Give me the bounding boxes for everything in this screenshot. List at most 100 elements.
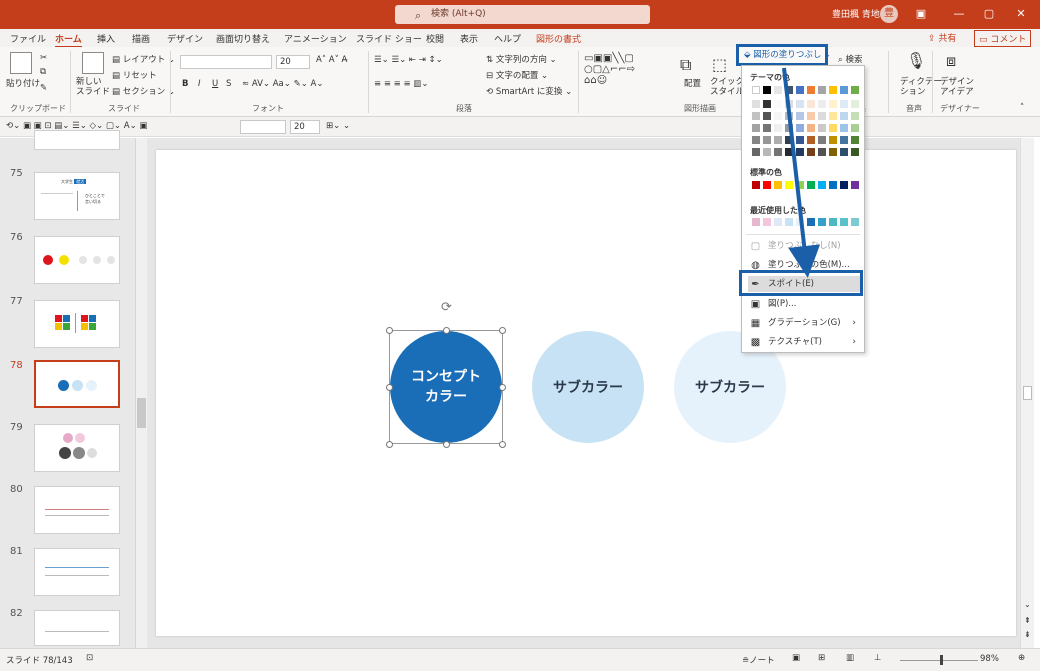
qat-more-icon[interactable]: ⊞⌄ ⌄ bbox=[326, 121, 350, 131]
color-swatch[interactable] bbox=[851, 136, 859, 144]
color-swatch[interactable] bbox=[752, 112, 760, 120]
no-fill-item[interactable]: ▢ 塗りつぶしなし(N) bbox=[748, 238, 860, 254]
color-swatch[interactable] bbox=[818, 86, 826, 94]
tab-review[interactable]: 校閲 bbox=[426, 32, 444, 45]
color-swatch[interactable] bbox=[829, 86, 837, 94]
color-swatch[interactable] bbox=[796, 136, 804, 144]
new-slide-button[interactable]: 新しい スライド bbox=[76, 77, 110, 97]
color-swatch[interactable] bbox=[829, 100, 837, 108]
slide-thumbnail[interactable] bbox=[34, 548, 120, 596]
color-swatch[interactable] bbox=[851, 148, 859, 156]
quick-style-button[interactable]: クイック スタイル bbox=[710, 77, 744, 97]
color-swatch[interactable] bbox=[763, 218, 771, 226]
italic-button[interactable]: I bbox=[198, 79, 201, 89]
resize-handle[interactable] bbox=[386, 384, 393, 391]
sorter-view-icon[interactable]: ⊞ bbox=[818, 653, 825, 663]
search-box[interactable]: ⌕ 検索 (Alt+Q) bbox=[395, 5, 650, 24]
share-button[interactable]: ⇪ 共有 bbox=[928, 31, 956, 44]
sub-color-circle-1[interactable]: サブカラー bbox=[532, 331, 644, 443]
color-swatch[interactable] bbox=[851, 124, 859, 132]
color-swatch[interactable] bbox=[774, 181, 782, 189]
color-swatch[interactable] bbox=[851, 100, 859, 108]
color-swatch[interactable] bbox=[840, 136, 848, 144]
slide-thumbnail[interactable] bbox=[34, 424, 120, 472]
reset-button[interactable]: ▤ リセット bbox=[112, 69, 157, 81]
color-swatch[interactable] bbox=[763, 112, 771, 120]
user-name[interactable]: 豊田楓 青地 bbox=[832, 7, 880, 20]
dictate-button[interactable]: ディクテー ション bbox=[900, 77, 942, 97]
ribbon-display-icon[interactable]: ▣ bbox=[912, 6, 930, 22]
cut-icon[interactable]: ✂ bbox=[40, 53, 47, 63]
color-swatch[interactable] bbox=[818, 181, 826, 189]
resize-handle[interactable] bbox=[499, 384, 506, 391]
color-swatch[interactable] bbox=[763, 100, 771, 108]
shapes-gallery[interactable]: ▭▣▣╲╲▢ ○▢△⌐⌐⇨ ⌂⌂☺ bbox=[584, 53, 635, 86]
picture-fill-item[interactable]: ▣ 図(P)... bbox=[748, 296, 860, 312]
qat-font-name[interactable] bbox=[240, 120, 286, 134]
color-swatch[interactable] bbox=[763, 181, 771, 189]
color-swatch[interactable] bbox=[774, 218, 782, 226]
restore-button[interactable]: ▢ bbox=[980, 6, 998, 22]
color-swatch[interactable] bbox=[752, 100, 760, 108]
color-swatch[interactable] bbox=[774, 148, 782, 156]
thumbnail-scrollbar[interactable] bbox=[135, 138, 147, 648]
designer-icon[interactable]: ⧈ bbox=[946, 51, 956, 71]
canvas-scrollbar[interactable]: ⌄ ⇞ ⇟ bbox=[1020, 138, 1034, 648]
accessibility-icon[interactable]: ⊡ bbox=[86, 653, 93, 663]
color-swatch[interactable] bbox=[829, 218, 837, 226]
color-swatch[interactable] bbox=[840, 218, 848, 226]
color-swatch[interactable] bbox=[785, 218, 793, 226]
color-swatch[interactable] bbox=[796, 112, 804, 120]
resize-handle[interactable] bbox=[443, 327, 450, 334]
color-swatch[interactable] bbox=[763, 86, 771, 94]
color-swatch[interactable] bbox=[818, 136, 826, 144]
new-slide-icon[interactable] bbox=[82, 52, 104, 74]
color-swatch[interactable] bbox=[796, 181, 804, 189]
color-swatch[interactable] bbox=[818, 218, 826, 226]
color-swatch[interactable] bbox=[840, 86, 848, 94]
color-swatch[interactable] bbox=[818, 148, 826, 156]
normal-view-icon[interactable]: ▣ bbox=[792, 653, 800, 663]
color-swatch[interactable] bbox=[796, 124, 804, 132]
color-swatch[interactable] bbox=[785, 124, 793, 132]
paste-icon[interactable] bbox=[10, 52, 32, 74]
color-swatch[interactable] bbox=[752, 124, 760, 132]
tab-view[interactable]: 表示 bbox=[460, 32, 478, 45]
color-swatch[interactable] bbox=[818, 100, 826, 108]
font-name-select[interactable] bbox=[180, 55, 272, 69]
color-swatch[interactable] bbox=[829, 124, 837, 132]
color-swatch[interactable] bbox=[851, 86, 859, 94]
color-swatch[interactable] bbox=[785, 86, 793, 94]
resize-handle[interactable] bbox=[499, 441, 506, 448]
color-swatch[interactable] bbox=[807, 124, 815, 132]
smartart-button[interactable]: ⟲ SmartArt に変換 ⌄ bbox=[486, 85, 572, 97]
color-swatch[interactable] bbox=[851, 218, 859, 226]
designer-button[interactable]: デザイン アイデア bbox=[940, 77, 974, 97]
color-swatch[interactable] bbox=[840, 100, 848, 108]
paste-button[interactable]: 貼り付け bbox=[6, 77, 40, 89]
color-swatch[interactable] bbox=[785, 181, 793, 189]
zoom-level[interactable]: 98% bbox=[980, 654, 999, 664]
zoom-slider-thumb[interactable] bbox=[940, 655, 943, 665]
font-misc-icons[interactable]: ≈ AV⌄ Aa⌄ ✎⌄ A⌄ bbox=[242, 79, 323, 89]
color-swatch[interactable] bbox=[807, 86, 815, 94]
arrange-icon[interactable]: ⧉ bbox=[680, 55, 691, 75]
color-swatch[interactable] bbox=[807, 100, 815, 108]
arrange-button[interactable]: 配置 bbox=[684, 77, 701, 89]
color-swatch[interactable] bbox=[840, 148, 848, 156]
color-swatch[interactable] bbox=[807, 136, 815, 144]
color-swatch[interactable] bbox=[752, 136, 760, 144]
scroll-down-icon[interactable]: ⌄ bbox=[1024, 600, 1031, 609]
underline-button[interactable]: U bbox=[212, 79, 218, 89]
align-icons[interactable]: ≡ ≡ ≡ ≡ ▥⌄ bbox=[374, 79, 428, 89]
find-button[interactable]: ⌕ 検索 bbox=[838, 53, 862, 65]
slide-thumbnail[interactable] bbox=[34, 130, 120, 150]
color-swatch[interactable] bbox=[807, 148, 815, 156]
gradient-item[interactable]: ▦ グラデーション(G) › bbox=[748, 315, 860, 331]
color-swatch[interactable] bbox=[763, 136, 771, 144]
notes-button[interactable]: ≘ノート bbox=[742, 654, 775, 666]
color-swatch[interactable] bbox=[829, 136, 837, 144]
resize-handle[interactable] bbox=[443, 441, 450, 448]
color-swatch[interactable] bbox=[796, 86, 804, 94]
color-swatch[interactable] bbox=[785, 100, 793, 108]
